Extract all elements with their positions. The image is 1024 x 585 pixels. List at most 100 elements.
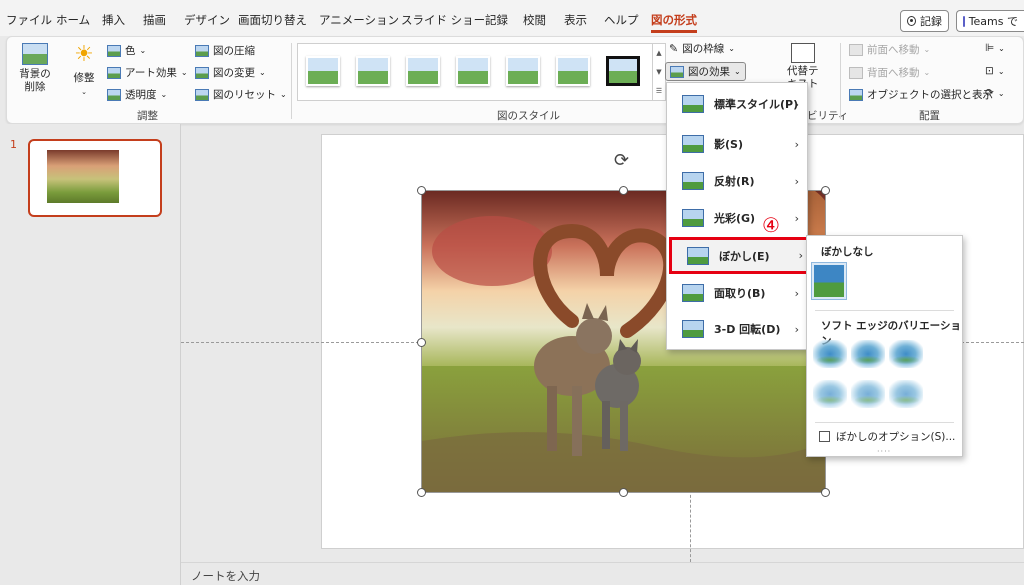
picture-style-7[interactable] (606, 56, 640, 86)
tab-transitions[interactable]: 画面切り替え (238, 12, 307, 28)
group-objects-icon: ⊡ (985, 65, 994, 77)
resize-handle-top[interactable] (619, 186, 628, 195)
slide-thumbnail-photo (47, 150, 119, 203)
reflection-icon (682, 172, 704, 190)
align-icon: ⊫ (985, 42, 995, 54)
bring-forward-button[interactable]: 前面へ移動 ⌄ (849, 42, 930, 57)
artistic-effects-icon (107, 66, 121, 79)
color-button[interactable]: 色 ⌄ (107, 43, 146, 58)
teams-label: Teams で (968, 15, 1018, 28)
resize-handle-top-left[interactable] (417, 186, 426, 195)
group-label-accessibility: ビリティ (807, 110, 849, 122)
record-button[interactable]: 記録 (900, 10, 949, 32)
tab-file[interactable]: ファイル (6, 12, 52, 28)
notes-pane[interactable]: ノートを入力 (181, 562, 1024, 585)
chevron-down-icon[interactable]: ▼ (656, 68, 661, 76)
chevron-down-icon: ⌄ (734, 67, 741, 76)
artistic-effects-button[interactable]: アート効果 ⌄ (107, 65, 188, 80)
picture-border-button[interactable]: ✎ 図の枠線 ⌄ (669, 41, 735, 56)
preset-icon (682, 95, 704, 113)
chevron-right-icon: › (794, 286, 799, 300)
slide-thumbnail-1[interactable] (28, 139, 162, 217)
resize-grip-icon[interactable]: ···· (877, 447, 891, 456)
send-backward-button[interactable]: 背面へ移動 ⌄ (849, 65, 930, 80)
reset-picture-button[interactable]: 図のリセット ⌄ (195, 87, 287, 102)
align-button[interactable]: ⊫ ⌄ (985, 42, 1005, 54)
tab-picture-format[interactable]: 図の形式 (651, 12, 697, 33)
resize-handle-bottom-left[interactable] (417, 488, 426, 497)
picture-style-1[interactable] (306, 56, 340, 86)
soft-edge-variation-1[interactable] (813, 340, 847, 368)
picture-style-4[interactable] (456, 56, 490, 86)
menu-item-label: 面取り(B) (714, 287, 766, 300)
soft-edge-variation-5[interactable] (851, 380, 885, 408)
menu-item-shadow[interactable]: 影(S) › (667, 126, 807, 162)
smart-guide-vertical (690, 485, 691, 562)
corrections-label: 修整 (73, 72, 95, 84)
color-label: 色 (125, 45, 136, 57)
chevron-down-icon: ⌄ (259, 68, 266, 77)
selection-pane-button[interactable]: オブジェクトの選択と表示 (849, 87, 993, 102)
chevron-down-icon: ⌄ (997, 88, 1005, 98)
change-picture-icon (195, 66, 209, 79)
menu-item-bevel[interactable]: 面取り(B) › (667, 275, 807, 311)
resize-handle-bottom-right[interactable] (821, 488, 830, 497)
soft-edge-options-label: ぼかしのオプション(S)... (836, 431, 956, 443)
picture-style-5[interactable] (506, 56, 540, 86)
tab-insert[interactable]: 挿入 (102, 12, 125, 28)
remove-background-button[interactable]: 背景の 削除 (17, 43, 53, 94)
tab-slideshow[interactable]: スライド ショー (401, 12, 485, 28)
rotate-button[interactable]: ⟳ ⌄ (985, 87, 1005, 99)
resize-handle-top-right[interactable] (821, 186, 830, 195)
menu-bar: ファイル ホーム 挿入 描画 デザイン 画面切り替え アニメーション スライド … (0, 0, 1024, 36)
soft-edge-variation-6[interactable] (889, 380, 923, 408)
bevel-icon (682, 284, 704, 302)
corrections-button[interactable]: ☀ 修整 ⌄ (69, 42, 99, 97)
tab-record[interactable]: 記録 (485, 12, 508, 28)
no-soft-edges-option[interactable] (811, 262, 847, 300)
tab-home[interactable]: ホーム (56, 12, 90, 28)
alt-text-icon (790, 43, 815, 63)
slide-thumbnails-panel: 1 (0, 124, 181, 585)
glow-icon (682, 209, 704, 227)
more-icon[interactable]: ☰ (656, 87, 662, 95)
rotate-handle-icon[interactable]: ⟳ (614, 150, 629, 171)
soft-edge-variation-3[interactable] (889, 340, 923, 368)
compress-pictures-button[interactable]: 図の圧縮 (195, 43, 255, 58)
soft-edge-options-item[interactable]: ぼかしのオプション(S)... (819, 429, 955, 444)
picture-border-label: 図の枠線 (682, 43, 725, 55)
sun-icon: ☀ (74, 42, 94, 67)
tab-design[interactable]: デザイン (184, 12, 230, 28)
teams-button[interactable]: Teams で (956, 10, 1024, 32)
tab-help[interactable]: ヘルプ (604, 12, 639, 28)
tab-view[interactable]: 表示 (564, 12, 587, 28)
group-button[interactable]: ⊡ ⌄ (985, 65, 1005, 77)
tab-animations[interactable]: アニメーション (319, 12, 399, 28)
teams-icon (963, 15, 965, 27)
rotate-icon: ⟳ (985, 87, 994, 99)
chevron-down-icon: ⌄ (280, 90, 287, 99)
tab-draw[interactable]: 描画 (143, 12, 166, 28)
resize-handle-left[interactable] (417, 338, 426, 347)
menu-item-glow[interactable]: 光彩(G) › (667, 200, 807, 236)
resize-handle-bottom[interactable] (619, 488, 628, 497)
chevron-right-icon: › (794, 137, 799, 151)
menu-item-label: 標準スタイル(P) (714, 98, 799, 111)
change-picture-button[interactable]: 図の変更 ⌄ (195, 65, 266, 80)
chevron-up-icon[interactable]: ▲ (656, 49, 661, 57)
menu-item-3d-rotation[interactable]: 3-D 回転(D) › (667, 311, 807, 347)
picture-style-3[interactable] (406, 56, 440, 86)
checkbox-icon (819, 431, 830, 442)
chevron-down-icon: ⌄ (923, 45, 931, 54)
transparency-icon (107, 88, 121, 101)
transparency-button[interactable]: 透明度 ⌄ (107, 87, 167, 102)
menu-item-reflection[interactable]: 反射(R) › (667, 163, 807, 199)
soft-edge-variation-4[interactable] (813, 380, 847, 408)
picture-style-6[interactable] (556, 56, 590, 86)
picture-style-2[interactable] (356, 56, 390, 86)
menu-item-preset[interactable]: 標準スタイル(P) › (667, 86, 807, 122)
menu-item-soft-edges[interactable]: ぼかし(E) › (669, 237, 814, 274)
tab-review[interactable]: 校閲 (523, 12, 546, 28)
picture-effects-button[interactable]: 図の効果 ⌄ (665, 62, 746, 81)
soft-edge-variation-2[interactable] (851, 340, 885, 368)
